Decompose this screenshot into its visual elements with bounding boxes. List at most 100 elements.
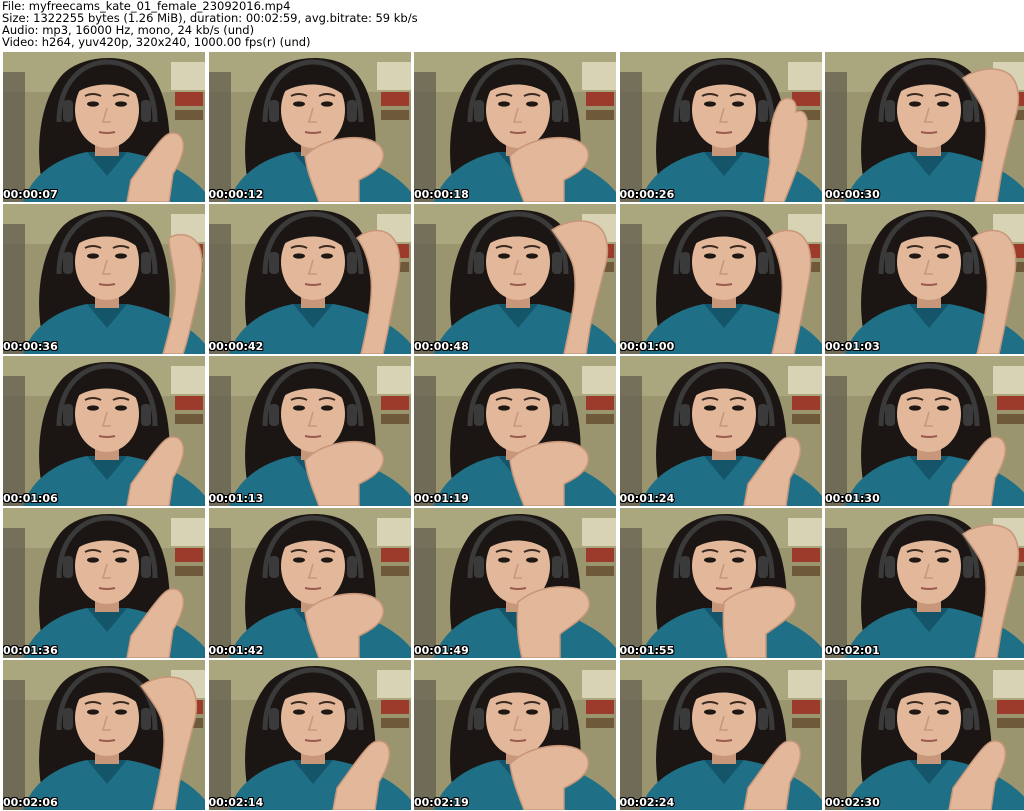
video-thumbnail[interactable]: 00:02:14 <box>208 660 411 810</box>
right-earcup <box>552 708 562 730</box>
left-eye <box>87 101 99 107</box>
video-thumbnail[interactable]: 00:00:26 <box>619 52 822 202</box>
left-eye <box>909 557 921 563</box>
video-thumbnail[interactable]: 00:01:30 <box>825 356 1024 506</box>
right-earcup <box>141 708 151 730</box>
left-curtain <box>3 528 25 658</box>
left-eye <box>292 253 305 259</box>
left-eye <box>292 709 305 715</box>
video-thumbnail[interactable]: 00:00:36 <box>3 204 205 354</box>
left-earcup <box>63 404 73 426</box>
video-thumbnail[interactable]: 00:00:42 <box>208 204 411 354</box>
video-thumbnail[interactable]: 00:02:30 <box>825 660 1024 810</box>
mouth <box>98 131 116 134</box>
video-thumbnail[interactable]: 00:01:06 <box>3 356 205 506</box>
shelf-red-item <box>791 700 820 714</box>
right-earcup <box>346 404 357 426</box>
thumbnail-timestamp: 00:00:48 <box>414 340 469 353</box>
mouth <box>509 587 527 590</box>
shelf-red-item <box>586 548 614 562</box>
video-thumbnail[interactable]: 00:02:24 <box>619 660 822 810</box>
thumbnail-frame-image <box>208 508 411 658</box>
shelf-red-item <box>997 396 1024 410</box>
video-thumbnail[interactable]: 00:02:06 <box>3 660 205 810</box>
left-curtain <box>414 528 436 658</box>
right-eye <box>320 405 333 411</box>
thumbnail-timestamp: 00:01:30 <box>825 492 880 505</box>
video-thumbnail[interactable]: 00:01:24 <box>619 356 822 506</box>
video-thumbnail[interactable]: 00:00:07 <box>3 52 205 202</box>
thumbnail-frame-image <box>619 204 822 354</box>
shelf-red-item <box>175 548 203 562</box>
thumbnail-frame-image <box>414 356 616 506</box>
video-thumbnail[interactable]: 00:01:55 <box>619 508 822 658</box>
right-earcup <box>757 100 768 122</box>
right-eye <box>526 253 538 259</box>
thumbnail-frame-image <box>414 204 616 354</box>
right-earcup <box>552 100 562 122</box>
thumbnail-frame-image <box>414 508 616 658</box>
left-earcup <box>474 556 484 578</box>
mouth <box>509 283 527 286</box>
left-eye <box>292 405 305 411</box>
video-thumbnail[interactable]: 00:01:13 <box>208 356 411 506</box>
shelf-red-item <box>175 396 203 410</box>
left-eye <box>292 557 305 563</box>
video-thumbnail[interactable]: 00:02:19 <box>414 660 616 810</box>
video-thumbnail[interactable]: 00:01:00 <box>619 204 822 354</box>
right-eye <box>731 557 744 563</box>
right-eye <box>937 101 949 107</box>
right-eye <box>115 253 127 259</box>
video-thumbnail[interactable]: 00:01:49 <box>414 508 616 658</box>
left-earcup <box>885 252 895 274</box>
video-thumbnail[interactable]: 00:01:19 <box>414 356 616 506</box>
left-eye <box>498 557 510 563</box>
shelf-brown-item <box>997 718 1024 728</box>
thumbnail-frame-image <box>208 356 411 506</box>
left-eye <box>909 253 921 259</box>
video-thumbnail[interactable]: 00:00:48 <box>414 204 616 354</box>
mouth <box>98 435 116 438</box>
thumbnail-timestamp: 00:00:36 <box>3 340 58 353</box>
shelf-brown-item <box>380 414 409 424</box>
left-curtain <box>825 224 847 354</box>
right-earcup <box>141 100 151 122</box>
thumbnail-timestamp: 00:01:55 <box>619 644 675 657</box>
left-eye <box>87 557 99 563</box>
thumbnail-frame-image <box>619 52 822 202</box>
video-thumbnail[interactable]: 00:00:12 <box>208 52 411 202</box>
video-thumbnail[interactable]: 00:01:03 <box>825 204 1024 354</box>
thumbnail-timestamp: 00:01:36 <box>3 644 58 657</box>
video-thumbnail[interactable]: 00:00:30 <box>825 52 1024 202</box>
mouth <box>98 739 116 742</box>
video-thumbnail[interactable]: 00:02:01 <box>825 508 1024 658</box>
left-eye <box>87 709 99 715</box>
right-earcup <box>346 252 357 274</box>
shelf-brown-item <box>791 566 820 576</box>
mouth <box>304 435 321 438</box>
mouth <box>304 283 321 286</box>
left-earcup <box>679 252 690 274</box>
right-earcup <box>346 100 357 122</box>
thumbnail-frame-image <box>3 508 205 658</box>
shelf-red-item <box>586 92 614 106</box>
left-earcup <box>474 708 484 730</box>
right-shelf <box>376 366 411 394</box>
shelf-red-item <box>380 92 409 106</box>
right-shelf <box>376 62 411 90</box>
left-curtain <box>619 224 642 354</box>
right-eye <box>320 101 333 107</box>
video-thumbnail[interactable]: 00:00:18 <box>414 52 616 202</box>
video-thumbnail[interactable]: 00:01:36 <box>3 508 205 658</box>
left-curtain <box>619 528 642 658</box>
mouth <box>715 283 732 286</box>
video-thumbnail[interactable]: 00:01:42 <box>208 508 411 658</box>
thumbnail-frame-image <box>825 508 1024 658</box>
shelf-red-item <box>997 700 1024 714</box>
left-eye <box>498 709 510 715</box>
right-earcup <box>552 556 562 578</box>
left-earcup <box>268 556 279 578</box>
thumbnail-frame-image <box>414 660 616 810</box>
mouth <box>304 131 321 134</box>
thumbnail-frame-image <box>3 660 205 810</box>
